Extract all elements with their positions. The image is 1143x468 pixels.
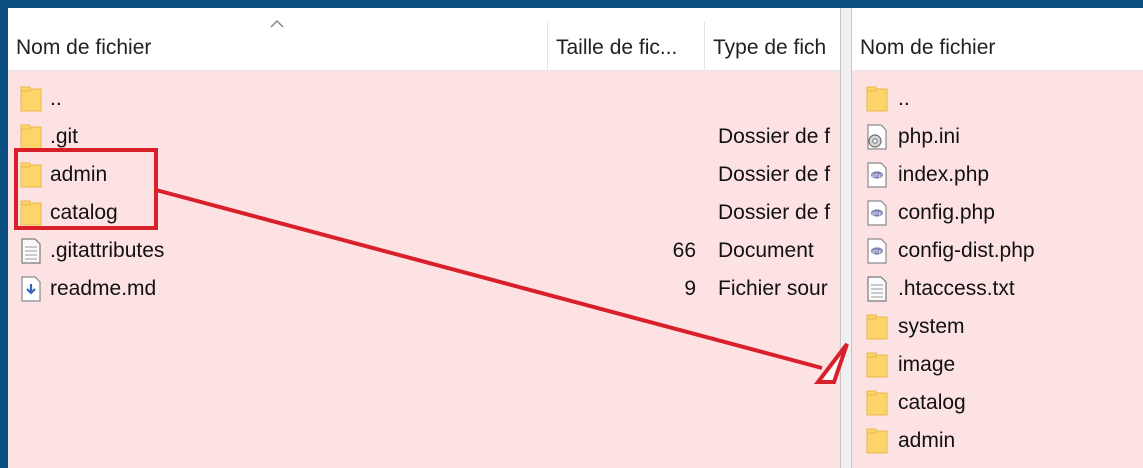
folder-icon <box>866 86 888 117</box>
file-name: catalog <box>898 391 966 414</box>
file-name: admin <box>50 163 108 186</box>
column-header-filename[interactable]: Nom de fichier <box>8 22 548 70</box>
text-file-icon <box>866 276 888 307</box>
column-header-type[interactable]: Type de fich <box>705 22 840 70</box>
remote-file-pane: Nom de fichier .. php.ini php index.php php c… <box>852 8 1143 468</box>
file-row[interactable]: php config.php <box>852 194 1143 232</box>
file-row[interactable]: catalog <box>852 384 1143 422</box>
file-type: Document <box>718 239 814 262</box>
file-name: .gitattributes <box>50 239 165 262</box>
file-size: 9 <box>684 277 696 300</box>
php-file-icon: php <box>866 238 888 269</box>
file-row[interactable]: .git Dossier de f <box>8 118 840 156</box>
local-file-pane: Nom de fichier Taille de fic... Type de … <box>8 8 840 468</box>
file-row[interactable]: .. <box>8 80 840 118</box>
file-name: config-dist.php <box>898 239 1035 262</box>
file-name: .git <box>50 125 79 148</box>
pane-splitter[interactable] <box>840 8 852 468</box>
file-row[interactable]: .gitattributes 66 Document <box>8 232 840 270</box>
php-file-icon: php <box>866 162 888 193</box>
file-name: readme.md <box>50 277 157 300</box>
folder-icon <box>20 124 42 155</box>
file-row[interactable]: php config-dist.php <box>852 232 1143 270</box>
folder-icon <box>866 352 888 383</box>
file-row[interactable]: system <box>852 308 1143 346</box>
svg-text:php: php <box>872 249 882 255</box>
file-name: .. <box>898 87 910 110</box>
sort-ascending-icon <box>270 19 284 28</box>
settings-file-icon <box>866 124 890 155</box>
file-type: Dossier de f <box>718 125 831 148</box>
file-type: Fichier sour <box>718 277 828 300</box>
file-name: config.php <box>898 201 995 224</box>
column-header-size[interactable]: Taille de fic... <box>548 22 705 70</box>
file-name: php.ini <box>898 125 960 148</box>
folder-icon <box>20 200 42 231</box>
file-type: Dossier de f <box>718 163 831 186</box>
file-name: admin <box>898 429 956 452</box>
file-list-header: Nom de fichier Taille de fic... Type de … <box>8 8 840 71</box>
file-row[interactable]: image <box>852 346 1143 384</box>
file-name: catalog <box>50 201 118 224</box>
svg-text:php: php <box>872 173 882 179</box>
file-name: .. <box>50 87 62 110</box>
folder-icon <box>20 86 42 117</box>
file-name: system <box>898 315 965 338</box>
php-file-icon: php <box>866 200 888 231</box>
text-file-icon <box>20 238 42 269</box>
file-name: index.php <box>898 163 990 186</box>
markdown-file-icon <box>20 276 42 307</box>
file-row[interactable]: readme.md 9 Fichier sour <box>8 270 840 308</box>
file-type: Dossier de f <box>718 201 831 224</box>
file-row[interactable]: catalog Dossier de f <box>8 194 840 232</box>
file-row[interactable]: .htaccess.txt <box>852 270 1143 308</box>
file-name: .htaccess.txt <box>898 277 1015 300</box>
file-list-header: Nom de fichier <box>852 8 1143 71</box>
file-row[interactable]: admin <box>852 422 1143 460</box>
folder-icon <box>866 314 888 345</box>
file-row[interactable]: php index.php <box>852 156 1143 194</box>
file-name: image <box>898 353 956 376</box>
column-header-filename[interactable]: Nom de fichier <box>852 22 1143 70</box>
file-row[interactable]: .. <box>852 80 1143 118</box>
folder-icon <box>866 390 888 421</box>
folder-icon <box>20 162 42 193</box>
file-row[interactable]: admin Dossier de f <box>8 156 840 194</box>
folder-icon <box>866 428 888 459</box>
file-row[interactable]: php.ini <box>852 118 1143 156</box>
svg-text:php: php <box>872 211 882 217</box>
file-size: 66 <box>672 239 696 262</box>
